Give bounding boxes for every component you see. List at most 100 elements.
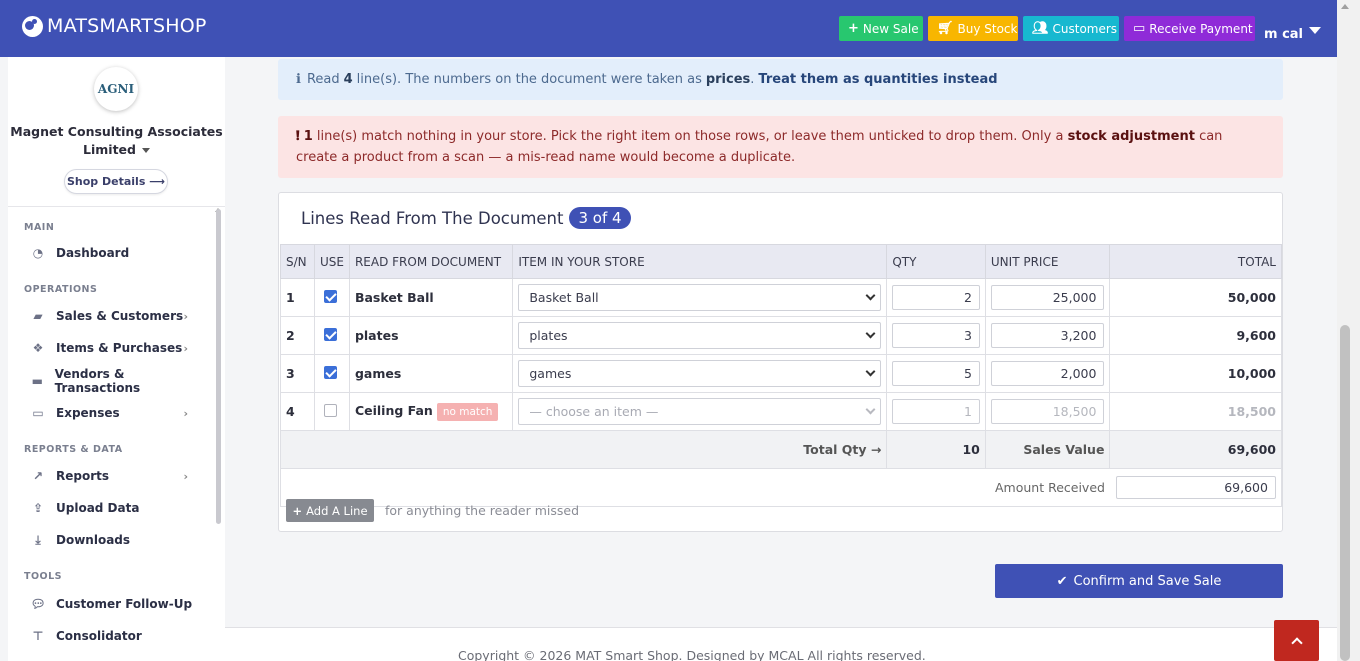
cell-qty: 1 [886,392,986,431]
shop-logo-text: AGNI [97,82,135,96]
shop-name[interactable]: Magnet Consulting Associates Limited [8,123,225,159]
scroll-up-arrow-icon[interactable] [1341,4,1349,9]
unit-price-input[interactable]: 25,000 [990,285,1105,310]
credit-card-icon: ▭ [1133,21,1146,36]
sales-value: 69,600 [1109,430,1282,469]
page-scrollbar-thumb[interactable] [1340,325,1350,661]
info-alert: ℹ Read 4 line(s). The numbers on the doc… [278,59,1283,100]
cell-read: plates [348,316,514,355]
brand-name: MATSMARTSHOP [47,15,207,37]
use-checkbox[interactable] [323,403,337,417]
unit-price-input[interactable]: 2,000 [990,361,1105,386]
sidebar-scrollbar[interactable] [216,209,221,524]
sidebar-item-label: Customer Follow-Up [56,597,193,611]
cell-item: plates [512,316,888,355]
sidebar-item-vendors[interactable]: ▬ Vendors & Transactions [30,367,200,395]
card-title-text: Lines Read From The Document [301,208,564,228]
check-icon: ✔ [1056,573,1068,589]
item-select-value: plates [529,328,568,343]
customers-button[interactable]: 👥︎ Customers [1023,16,1119,41]
sidebar-item-upload[interactable]: ⇪ Upload Data [30,497,200,519]
cell-item: games [512,354,888,393]
cell-price: 2,000 [984,354,1111,393]
buy-stock-label: Buy Stock [957,21,1018,36]
sidebar-item-label: Downloads [56,533,131,547]
chevron-down-icon [865,328,876,339]
user-menu[interactable]: m cal [1264,27,1303,42]
confirm-save-button[interactable]: ✔ Confirm and Save Sale [995,564,1283,598]
qty-input[interactable]: 1 [892,399,980,424]
comment-icon: 💬︎ [30,597,46,611]
danger-emph: stock adjustment [1067,129,1195,144]
upload-icon: ⇪ [32,501,44,515]
sidebar-item-downloads[interactable]: ⤓ Downloads [30,529,200,551]
scroll-to-top-button[interactable] [1274,620,1319,661]
add-line-label: Add A Line [306,503,368,518]
sidebar-item-label: Items & Purchases [56,341,183,355]
info-count: 4 [343,72,353,87]
user-caret-icon[interactable] [1309,27,1321,34]
qty-input[interactable]: 3 [892,323,980,348]
add-line-hint: for anything the reader missed [385,503,580,518]
users-icon: 👥︎ [1032,21,1049,36]
no-match-badge: no match [436,402,499,421]
user-name: m cal [1264,27,1304,42]
receive-payment-button[interactable]: ▭ Receive Payment [1124,16,1255,41]
cell-item: Basket Ball [512,278,888,317]
info-prefix: Read [306,72,340,87]
use-checkbox[interactable] [323,365,337,379]
sidebar-item-dashboard[interactable]: ◔ Dashboard [30,242,200,264]
shop-details-button[interactable]: Shop Details ⟶ [64,169,168,194]
chevron-right-icon: › [183,469,188,483]
cell-sn: 1 [280,278,315,317]
new-sale-button[interactable]: + New Sale [839,16,923,41]
sidebar-item-consolidator[interactable]: ⊤ Consolidator [30,625,200,647]
chevron-down-icon [865,290,876,301]
amount-received-input[interactable]: 69,600 [1115,476,1276,499]
sidebar-item-expenses[interactable]: ▭ Expenses › [30,402,200,424]
add-line-button[interactable]: + Add A Line [286,499,374,522]
page-scrollbar[interactable] [1337,0,1360,661]
section-label-reports: REPORTS & DATA [24,444,123,455]
item-select[interactable]: Basket Ball [518,284,882,311]
card-title: Lines Read From The Document 3 of 4 [301,207,631,229]
col-qty: QTY [886,244,986,279]
sidebar-item-label: Sales & Customers [56,309,184,323]
sidebar-item-followup[interactable]: 💬︎ Customer Follow-Up [30,593,200,615]
sidebar-item-reports[interactable]: ↗ Reports › [30,465,200,487]
lines-card: Lines Read From The Document 3 of 4 S/N … [278,192,1283,532]
lines-table: S/N USE READ FROM DOCUMENT ITEM IN YOUR … [279,244,1282,507]
line-chart-icon: ↗ [32,469,44,483]
total-qty-value: 10 [886,430,986,469]
download-icon: ⤓ [35,532,41,547]
cell-use [313,316,350,355]
cell-read: Basket Ball [348,278,514,317]
cell-total: 18,500 [1109,392,1282,431]
unit-price-input[interactable]: 3,200 [990,323,1105,348]
buy-stock-button[interactable]: 🛒︎ Buy Stock [928,16,1018,41]
sidebar-item-items[interactable]: ❖ Items & Purchases › [30,337,200,359]
danger-count: 1 [303,129,313,144]
use-checkbox[interactable] [323,327,337,341]
sidebar-item-label: Dashboard [56,246,130,260]
sitemap-icon: ⊤ [32,629,44,643]
sidebar-item-sales[interactable]: ▰ Sales & Customers › [30,305,200,327]
use-checkbox[interactable] [323,289,337,303]
sidebar-item-label: Vendors & Transactions [54,367,141,395]
table-row: 4 Ceiling Fan no match — choose an item —… [280,392,1282,431]
item-select[interactable]: — choose an item — [518,398,882,425]
brand[interactable]: MATSMARTSHOP [22,15,207,37]
item-select[interactable]: plates [518,322,882,349]
item-select[interactable]: games [518,360,882,387]
qty-input[interactable]: 5 [892,361,980,386]
unit-price-input[interactable]: 18,500 [990,399,1105,424]
col-sn: S/N [280,244,315,279]
item-select-value: games [529,366,572,381]
cart-icon: 🛒︎ [937,21,954,36]
table-header-row: S/N USE READ FROM DOCUMENT ITEM IN YOUR … [280,244,1282,279]
boxes-icon: ❖ [32,341,44,355]
treat-as-quantities-link[interactable]: Treat them as quantities instead [758,72,997,87]
table-row: 3 games games 5 2,000 10,000 [280,354,1282,393]
qty-input[interactable]: 2 [892,285,980,310]
chevron-right-icon: › [183,341,188,355]
